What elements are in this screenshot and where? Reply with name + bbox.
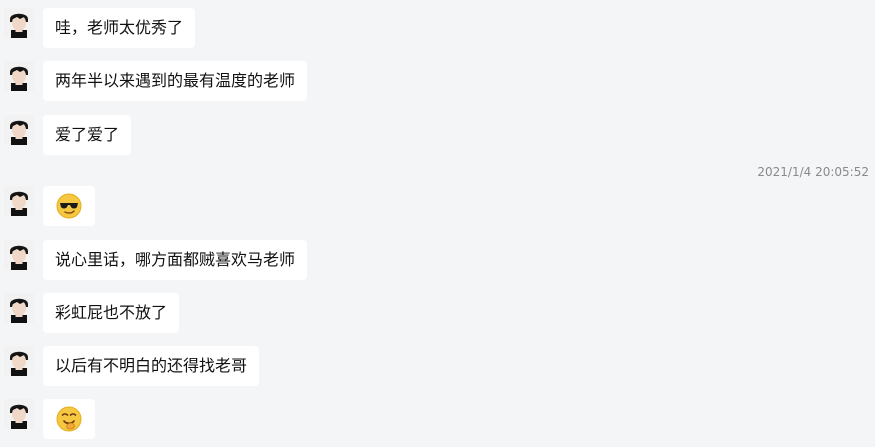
message-timestamp: 2021/1/4 20:05:52: [757, 165, 869, 179]
message-item: 说心里话，哪方面都贼喜欢马老师: [0, 240, 875, 280]
message-text: 彩虹屁也不放了: [55, 303, 168, 322]
avatar[interactable]: [4, 8, 34, 38]
message-item: [0, 399, 875, 439]
message-item: [0, 186, 875, 226]
message-item: 以后有不明白的还得找老哥: [0, 346, 875, 386]
message-item: 两年半以来遇到的最有温度的老师: [0, 61, 875, 101]
user-avatar-icon: [4, 346, 34, 376]
message-item: 哇，老师太优秀了: [0, 8, 875, 48]
user-avatar-icon: [4, 240, 34, 270]
cool-sunglasses-emoji-icon: [56, 193, 82, 219]
chuckle-emoji-icon: [56, 406, 82, 432]
user-avatar-icon: [4, 293, 34, 323]
avatar[interactable]: [4, 399, 34, 429]
avatar[interactable]: [4, 346, 34, 376]
user-avatar-icon: [4, 399, 34, 429]
message-bubble[interactable]: 爱了爱了: [43, 115, 132, 155]
message-bubble[interactable]: 彩虹屁也不放了: [43, 293, 180, 333]
user-avatar-icon: [4, 186, 34, 216]
avatar[interactable]: [4, 115, 34, 145]
user-avatar-icon: [4, 61, 34, 91]
user-avatar-icon: [4, 115, 34, 145]
message-text: 两年半以来遇到的最有温度的老师: [55, 71, 296, 90]
avatar[interactable]: [4, 293, 34, 323]
avatar[interactable]: [4, 240, 34, 270]
message-bubble[interactable]: [43, 186, 95, 226]
message-bubble[interactable]: 说心里话，哪方面都贼喜欢马老师: [43, 240, 308, 280]
message-text: 以后有不明白的还得找老哥: [55, 356, 248, 375]
message-bubble[interactable]: 哇，老师太优秀了: [43, 8, 196, 48]
user-avatar-icon: [4, 8, 34, 38]
message-text: 爱了爱了: [55, 125, 120, 144]
chat-window: 哇，老师太优秀了 两年半以来遇到的最有温度的老师 爱了爱了 2021/1/4 2…: [0, 0, 875, 445]
message-bubble[interactable]: 以后有不明白的还得找老哥: [43, 346, 260, 386]
avatar[interactable]: [4, 186, 34, 216]
message-bubble[interactable]: 两年半以来遇到的最有温度的老师: [43, 61, 308, 101]
avatar[interactable]: [4, 61, 34, 91]
message-item: 彩虹屁也不放了: [0, 293, 875, 333]
message-item: 爱了爱了: [0, 115, 875, 155]
message-text: 说心里话，哪方面都贼喜欢马老师: [55, 250, 296, 269]
message-bubble[interactable]: [43, 399, 95, 439]
message-text: 哇，老师太优秀了: [55, 18, 184, 37]
